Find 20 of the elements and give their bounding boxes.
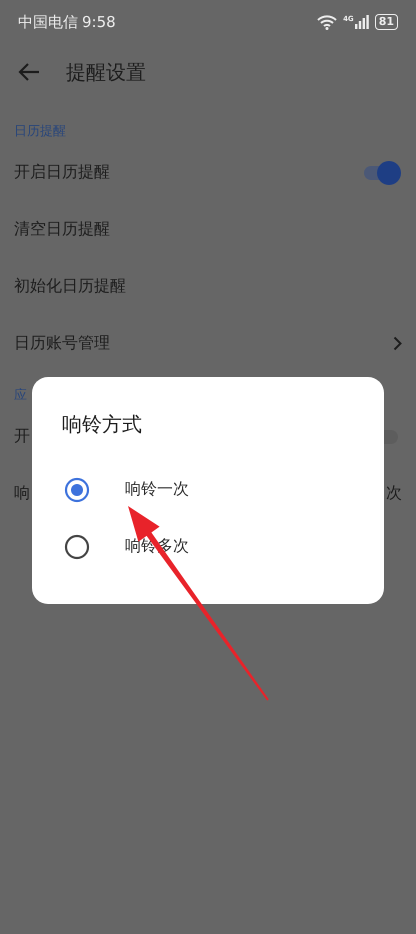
option-label[interactable]: 响铃一次 <box>125 479 189 500</box>
section-title: 应 <box>13 387 28 405</box>
setting-label[interactable]: 日历账号管理 <box>14 333 393 354</box>
back-icon[interactable] <box>18 63 40 81</box>
chevron-right-icon <box>393 336 402 351</box>
setting-label[interactable]: 初始化日历提醒 <box>14 276 402 297</box>
setting-label[interactable]: 清空日历提醒 <box>14 219 402 240</box>
section-title: 日历提醒 <box>13 123 67 141</box>
toggle-switch[interactable] <box>362 160 402 186</box>
radio-button[interactable] <box>64 476 90 502</box>
page-title: 提醒设置 <box>66 58 146 86</box>
setting-value: 次 <box>386 483 402 504</box>
carrier-name: 中国电信 <box>18 12 78 32</box>
dialog-title: 响铃方式 <box>62 411 142 438</box>
signal-icon <box>354 15 369 29</box>
radio-button[interactable] <box>64 534 90 560</box>
battery-level: 81 <box>374 14 398 30</box>
wifi-icon <box>317 14 338 30</box>
clock-time: 9:58 <box>82 12 116 32</box>
setting-label[interactable]: 开启日历提醒 <box>14 162 362 183</box>
